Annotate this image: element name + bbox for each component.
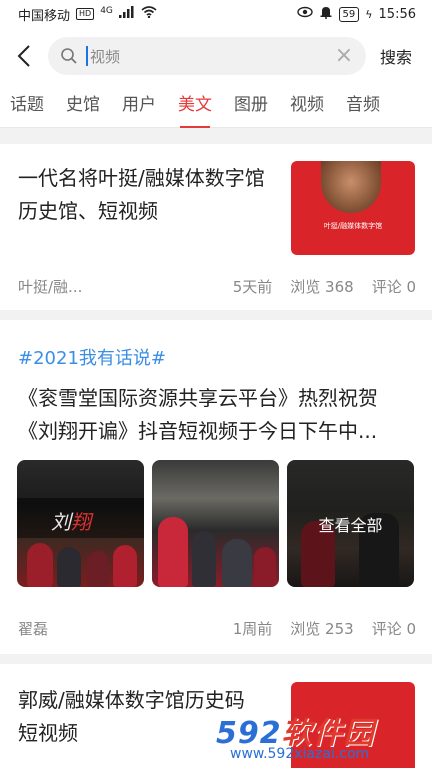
search-button[interactable]: 搜索 xyxy=(380,44,412,68)
alarm-icon xyxy=(319,5,333,23)
article-meta: 翟磊 1周前 浏览 253 评论 0 xyxy=(18,618,416,639)
article-meta: 叶挺/融... 5天前 浏览 368 评论 0 xyxy=(18,276,416,297)
show-logo-graphic: 刘翔 xyxy=(51,510,91,534)
status-bar: 中国移动 HD 4G 59 ϟ 15:56 xyxy=(0,0,432,28)
title-line: 《刘翔开谝》抖音短视频于今日下午中... xyxy=(18,419,378,443)
clock: 15:56 xyxy=(378,6,416,22)
carrier-label: 中国移动 xyxy=(18,8,71,24)
article-card[interactable]: 一代名将叶挺/融媒体数字馆 历史馆、短视频 叶挺/融媒体数字馆 叶挺/融... … xyxy=(0,144,432,310)
tab-history[interactable]: 史馆 xyxy=(66,84,100,128)
author-name[interactable]: 翟磊 xyxy=(18,618,48,639)
article-card[interactable]: #2021我有话说# 《衮雪堂国际资源共享云平台》热烈祝贺 《刘翔开谝》抖音短视… xyxy=(0,320,432,654)
status-bar-right: 59 ϟ 15:56 xyxy=(296,5,416,23)
article-stats: 5天前 浏览 368 评论 0 xyxy=(233,276,416,297)
person-figure xyxy=(27,543,53,587)
view-count: 浏览 368 xyxy=(290,278,354,296)
signal-icon xyxy=(118,6,135,22)
article-thumbnail[interactable]: 叶挺/融媒体数字馆 xyxy=(291,161,415,255)
gallery-photo[interactable]: 刘翔 xyxy=(17,460,144,587)
view-all-overlay: 查看全部 xyxy=(287,460,414,587)
view-count: 浏览 253 xyxy=(290,620,354,638)
search-box[interactable]: × xyxy=(48,37,366,75)
battery-level: 59 xyxy=(338,6,360,22)
tab-albums[interactable]: 图册 xyxy=(234,84,268,128)
title-line: 历史馆、短视频 xyxy=(18,199,158,223)
person-figure xyxy=(113,545,137,587)
tab-users[interactable]: 用户 xyxy=(122,84,156,128)
back-arrow-icon xyxy=(17,45,30,67)
hashtag-link[interactable]: #2021我有话说# xyxy=(18,344,166,370)
title-line: 《衮雪堂国际资源共享云平台》热烈祝贺 xyxy=(18,386,378,410)
post-time: 1周前 xyxy=(232,620,273,638)
thumbnail-caption: 叶挺/融媒体数字馆 xyxy=(323,222,383,230)
tab-videos[interactable]: 视频 xyxy=(290,84,324,128)
hd-badge: HD xyxy=(76,8,95,20)
comment-count: 评论 0 xyxy=(371,278,416,296)
wifi-icon xyxy=(141,6,157,22)
search-header: × 搜索 xyxy=(0,28,432,84)
author-name[interactable]: 叶挺/融... xyxy=(18,276,82,297)
comment-count: 评论 0 xyxy=(371,620,416,638)
search-icon xyxy=(60,47,78,65)
person-figure xyxy=(222,539,252,587)
site-watermark: 592软件园 www.592xiazai.com xyxy=(210,708,432,768)
person-figure xyxy=(57,547,81,587)
person-figure xyxy=(158,517,188,587)
tab-audio[interactable]: 音频 xyxy=(346,84,380,128)
charging-icon: ϟ xyxy=(365,7,373,21)
tab-articles[interactable]: 美文 xyxy=(178,84,212,128)
person-figure xyxy=(192,531,216,587)
post-time: 5天前 xyxy=(232,278,273,296)
status-bar-left: 中国移动 HD 4G xyxy=(18,5,157,24)
portrait-image xyxy=(321,161,381,213)
gallery-photo[interactable] xyxy=(152,460,279,587)
title-line: 一代名将叶挺/融媒体数字馆 xyxy=(18,166,265,190)
clear-icon[interactable]: × xyxy=(334,45,354,67)
view-all-photos[interactable]: 查看全部 xyxy=(287,460,414,587)
article-stats: 1周前 浏览 253 评论 0 xyxy=(233,618,416,639)
back-button[interactable] xyxy=(0,28,48,84)
search-input[interactable] xyxy=(86,46,334,66)
eye-icon xyxy=(296,6,313,22)
person-figure xyxy=(87,551,109,587)
photo-gallery: 刘翔 查看全部 xyxy=(17,460,415,587)
category-tabs: 话题 史馆 用户 美文 图册 视频 音频 xyxy=(0,84,432,128)
person-figure xyxy=(254,547,276,587)
watermark-url: www.592xiazai.com xyxy=(230,746,370,762)
article-title: 《衮雪堂国际资源共享云平台》热烈祝贺 《刘翔开谝》抖音短视频于今日下午中... xyxy=(18,382,418,448)
tab-topic[interactable]: 话题 xyxy=(10,84,44,128)
view-all-label: 查看全部 xyxy=(318,515,383,535)
article-title: 一代名将叶挺/融媒体数字馆 历史馆、短视频 xyxy=(18,162,280,228)
network-label: 4G xyxy=(100,6,113,16)
